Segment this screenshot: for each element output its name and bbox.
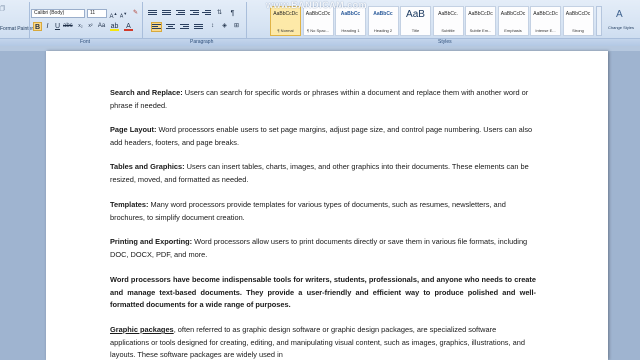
- paragraph-graphic-packages: Graphic packages, often referred to as g…: [110, 325, 525, 360]
- font-name-dropdown[interactable]: Calibri (Body): [31, 9, 85, 18]
- shrink-font-button[interactable]: A▼: [119, 9, 128, 20]
- style-tile[interactable]: AaB Title: [400, 6, 431, 36]
- highlight-color-button[interactable]: ab: [110, 22, 119, 31]
- change-styles-label: Change Styles: [607, 25, 634, 30]
- copy-button[interactable]: 🗍: [0, 6, 5, 14]
- font-color-button[interactable]: A: [124, 22, 133, 31]
- style-name: Subtitle: [441, 28, 455, 33]
- style-name: Subtle Em...: [469, 28, 492, 33]
- paragraph-page-layout: Page Layout: Word processors enable user…: [110, 125, 533, 147]
- style-sample: AaBbCcDc: [533, 11, 558, 17]
- style-sample: AaBbCc: [373, 11, 393, 17]
- style-name: ¶ Normal: [277, 28, 294, 33]
- style-tile[interactable]: AaBbCc Heading 2: [367, 6, 399, 36]
- style-tile[interactable]: AaBbCcDc ¶ Normal: [270, 6, 301, 36]
- align-center-icon[interactable]: [166, 23, 175, 31]
- style-sample: AaBbCcDc: [273, 11, 298, 17]
- style-sample: AaBbCcDc: [565, 11, 591, 17]
- clear-formatting-icon[interactable]: ✎: [131, 9, 140, 18]
- font-size-dropdown[interactable]: 11: [87, 9, 107, 18]
- italic-button[interactable]: I: [43, 22, 52, 31]
- style-tile[interactable]: AaBbCc. Subtitle: [432, 6, 464, 36]
- align-left-icon[interactable]: [151, 22, 162, 32]
- style-tile[interactable]: AaBbCcDc Emphasis: [497, 6, 529, 36]
- paragraph-summary: Word processors have become indispensabl…: [110, 275, 536, 310]
- style-tile[interactable]: AaBbCcDc ¶ No Spac...: [302, 6, 334, 36]
- group-label-bar: [0, 38, 640, 46]
- style-sample: AaBbCc: [340, 11, 361, 17]
- paragraph-group-label: Paragraph: [190, 39, 214, 45]
- style-tile[interactable]: AaBbCcDc Intense E...: [530, 6, 561, 36]
- underline-button[interactable]: U: [53, 22, 62, 31]
- line-spacing-icon[interactable]: ↕: [208, 22, 217, 31]
- shading-icon[interactable]: ◈: [220, 22, 229, 31]
- style-name: Title: [411, 28, 420, 33]
- show-formatting-icon[interactable]: ¶: [228, 9, 237, 18]
- numbering-icon[interactable]: [162, 9, 171, 17]
- style-sample: AaBbCcDc: [468, 11, 493, 17]
- justify-icon[interactable]: [194, 23, 203, 31]
- style-name: Heading 2: [373, 28, 393, 33]
- style-sample: AaBbCcDc: [305, 11, 331, 17]
- decrease-indent-icon[interactable]: [190, 9, 199, 17]
- borders-icon[interactable]: ⊞: [232, 22, 241, 31]
- style-tile[interactable]: AaBbCc Heading 1: [335, 6, 366, 36]
- change-styles-button[interactable]: A Change Styles: [604, 6, 638, 36]
- grow-font-button[interactable]: A▲: [109, 9, 118, 20]
- style-sample: AaBbCc.: [438, 11, 458, 17]
- superscript-button[interactable]: x²: [86, 22, 95, 31]
- strikethrough-button[interactable]: abc: [63, 22, 73, 31]
- multilevel-list-icon[interactable]: [176, 9, 185, 17]
- style-name: Heading 1: [341, 28, 360, 33]
- bold-button[interactable]: B: [33, 22, 42, 31]
- subscript-button[interactable]: x₂: [76, 22, 85, 31]
- styles-group-label: Styles: [438, 39, 452, 45]
- style-name: Emphasis: [504, 28, 522, 33]
- document-page[interactable]: Search and Replace: Users can search for…: [46, 51, 608, 360]
- styles-scroll-arrows[interactable]: [596, 6, 602, 36]
- paragraph-templates: Templates: Many word processors provide …: [110, 200, 506, 222]
- change-styles-icon: A: [616, 9, 623, 20]
- sort-icon[interactable]: ⇅: [215, 9, 224, 18]
- paragraph-tables-graphics: Tables and Graphics: Users can insert ta…: [110, 162, 529, 184]
- font-group-label: Font: [80, 39, 91, 45]
- style-name: Strong: [572, 28, 584, 33]
- style-sample: AaBbCcDc: [500, 11, 526, 17]
- align-right-icon[interactable]: [180, 23, 189, 31]
- style-tile[interactable]: AaBbCcDc Subtle Em...: [465, 6, 496, 36]
- style-sample: AaB: [406, 9, 425, 20]
- style-name: ¶ No Spac...: [307, 28, 329, 33]
- document-area[interactable]: Search and Replace: Users can search for…: [0, 51, 640, 360]
- style-tile[interactable]: AaBbCcDc Strong: [562, 6, 594, 36]
- style-name: Intense E...: [535, 28, 556, 33]
- bandicam-watermark: www.BANDICAM.com: [266, 0, 368, 10]
- change-case-button[interactable]: Aa: [97, 22, 106, 31]
- paragraph-search-replace: Search and Replace: Users can search for…: [110, 88, 529, 110]
- paragraph-printing-exporting: Printing and Exporting: Word processors …: [110, 237, 528, 259]
- increase-indent-icon[interactable]: [202, 9, 211, 17]
- bullets-icon[interactable]: [148, 9, 157, 17]
